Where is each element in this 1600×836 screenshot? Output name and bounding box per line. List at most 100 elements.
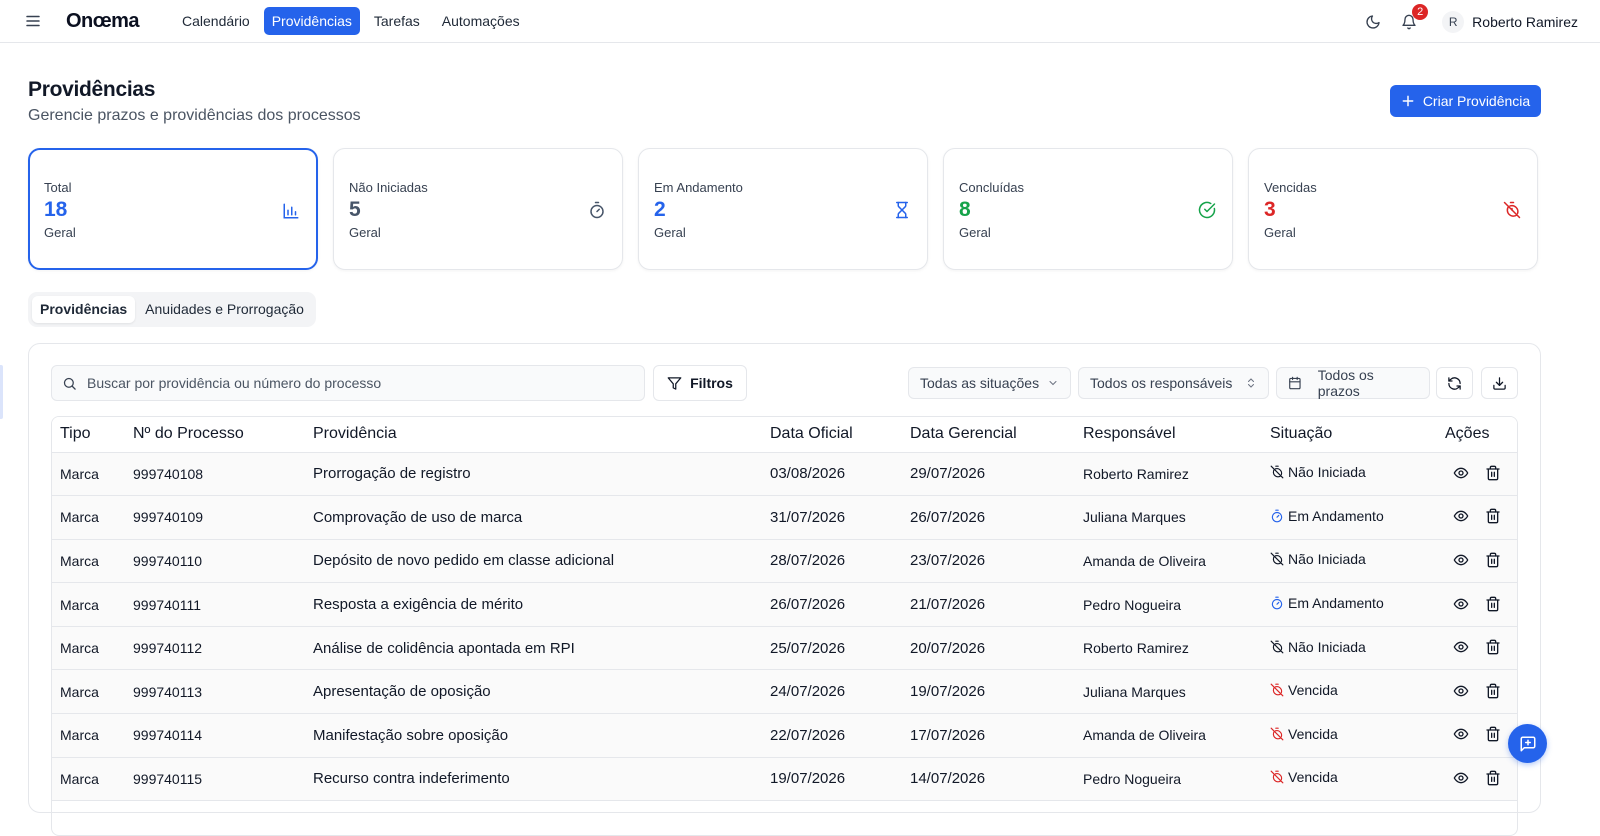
stat-card-concluidas[interactable]: Concluídas 8 Geral xyxy=(943,148,1233,270)
notifications-bell-icon[interactable]: 2 xyxy=(1398,3,1429,33)
table-row[interactable]: Marca 999740113 Apresentação de oposição 24… xyxy=(52,669,1517,715)
nav-link-calendario[interactable]: Calendário xyxy=(174,7,258,35)
dark-mode-moon-icon[interactable] xyxy=(1362,11,1384,33)
table-row[interactable]: Marca 999740114 Manifestação sobre oposiçã… xyxy=(52,713,1517,758)
create-providencia-button[interactable]: Criar Providência xyxy=(1390,85,1541,117)
filters-label: Filtros xyxy=(690,375,733,391)
table-row[interactable]: Marca 999740109 Comprovação de uso de marc… xyxy=(52,495,1517,540)
cell-data-gerencial: 20/07/2026 xyxy=(902,626,1075,671)
column-header-acoes: Ações xyxy=(1437,417,1517,453)
search-icon xyxy=(63,377,76,390)
message-plus-icon xyxy=(1520,736,1535,751)
column-header-processo[interactable]: Nº do Processo xyxy=(125,417,305,453)
hamburger-menu-icon[interactable] xyxy=(24,12,42,30)
stat-label: Concluídas xyxy=(959,180,1025,195)
delete-trash-icon[interactable] xyxy=(1485,508,1503,526)
deadline-select[interactable]: Todos os prazos xyxy=(1276,367,1430,399)
filter-icon xyxy=(667,376,682,390)
delete-trash-icon[interactable] xyxy=(1485,465,1503,483)
view-eye-icon[interactable] xyxy=(1453,465,1471,483)
table-row[interactable]: Marca 999740110 Depósito de novo pedido em… xyxy=(52,539,1517,584)
tab-anuidades-prorrogacao[interactable]: Anuidades e Prorrogação xyxy=(137,296,312,323)
filters-button[interactable]: Filtros xyxy=(653,365,747,401)
cell-situacao: Vencida xyxy=(1262,757,1437,802)
cell-acoes xyxy=(1437,495,1517,540)
view-eye-icon[interactable] xyxy=(1453,552,1471,570)
table-row[interactable]: Marca 999740115 Recurso contra indeferimen… xyxy=(52,757,1517,802)
hourglass-icon xyxy=(893,201,911,219)
cell-acoes xyxy=(1437,713,1517,758)
table-row[interactable]: Marca 999740112 Análise de colidência apon… xyxy=(52,626,1517,671)
timer-icon xyxy=(1270,509,1284,523)
cell-responsavel: Juliana Marques xyxy=(1075,495,1262,540)
top-right-controls: 2 R Roberto Ramirez xyxy=(1362,0,1578,43)
cell-data-gerencial: 26/07/2026 xyxy=(902,495,1075,540)
timer-off-icon xyxy=(1270,683,1284,697)
check-circle-icon xyxy=(1198,201,1216,219)
column-header-responsavel[interactable]: Responsável xyxy=(1075,417,1262,453)
delete-trash-icon[interactable] xyxy=(1485,639,1503,657)
stat-card-nao-iniciadas[interactable]: Não Iniciadas 5 Geral xyxy=(333,148,623,270)
cell-data-gerencial: 23/07/2026 xyxy=(902,539,1075,584)
cell-tipo: Marca xyxy=(52,757,125,802)
cell-tipo: Marca xyxy=(52,495,125,540)
chat-fab-button[interactable] xyxy=(1508,724,1547,763)
timer-icon xyxy=(1270,596,1284,610)
column-header-situacao[interactable]: Situação xyxy=(1262,417,1437,453)
view-eye-icon[interactable] xyxy=(1453,726,1471,744)
view-eye-icon[interactable] xyxy=(1453,683,1471,701)
stats-cards: Total 18 Geral Não Iniciadas 5 Geral Em … xyxy=(28,148,1538,270)
situation-select[interactable]: Todas as situações xyxy=(908,367,1071,399)
responsible-select-value: Todos os responsáveis xyxy=(1090,375,1233,391)
timer-off-icon xyxy=(1270,465,1284,479)
stat-card-em-andamento[interactable]: Em Andamento 2 Geral xyxy=(638,148,928,270)
stat-card-total[interactable]: Total 18 Geral xyxy=(28,148,318,270)
responsible-select[interactable]: Todos os responsáveis xyxy=(1078,367,1269,399)
stat-value: 3 xyxy=(1264,198,1276,221)
column-header-tipo[interactable]: Tipo xyxy=(52,417,125,453)
delete-trash-icon[interactable] xyxy=(1485,552,1503,570)
app-logo[interactable]: Onœma xyxy=(66,10,140,33)
search-input[interactable] xyxy=(87,375,627,391)
view-eye-icon[interactable] xyxy=(1453,508,1471,526)
refresh-icon xyxy=(1448,376,1461,390)
cell-responsavel: Roberto Ramirez xyxy=(1075,626,1262,671)
cell-tipo: Marca xyxy=(52,626,125,671)
user-menu[interactable]: R Roberto Ramirez xyxy=(1442,10,1578,33)
nav-link-providencias[interactable]: Providências xyxy=(263,7,360,35)
cell-responsavel: Juliana Marques xyxy=(1075,669,1262,715)
table-row[interactable]: Marca 999740108 Prorrogação de registro 03/… xyxy=(52,452,1517,497)
stat-sub: Geral xyxy=(959,225,991,240)
view-eye-icon[interactable] xyxy=(1453,596,1471,614)
status-label: Não Iniciada xyxy=(1288,638,1366,655)
tab-providencias[interactable]: Providências xyxy=(32,296,136,323)
delete-trash-icon[interactable] xyxy=(1485,683,1503,701)
view-eye-icon[interactable] xyxy=(1453,639,1471,657)
cell-situacao: Não Iniciada xyxy=(1262,539,1437,584)
stat-label: Vencidas xyxy=(1264,180,1317,195)
cell-providencia: Recurso contra indeferimento xyxy=(305,757,762,802)
cell-providencia: Comprovação de uso de marca xyxy=(305,495,762,540)
refresh-button[interactable] xyxy=(1436,367,1473,399)
delete-trash-icon[interactable] xyxy=(1485,726,1503,744)
column-header-providencia[interactable]: Providência xyxy=(305,417,762,453)
column-header-data-gerencial[interactable]: Data Gerencial xyxy=(902,417,1075,453)
stat-card-vencidas[interactable]: Vencidas 3 Geral xyxy=(1248,148,1538,270)
timer-off-icon xyxy=(1503,201,1521,219)
nav-link-tarefas[interactable]: Tarefas xyxy=(366,7,428,35)
cell-data-oficial: 24/07/2026 xyxy=(762,669,902,715)
table-row[interactable]: Marca 999740111 Resposta a exigência de mé… xyxy=(52,582,1517,627)
stat-value: 8 xyxy=(959,198,971,221)
status-label: Não Iniciada xyxy=(1288,551,1366,568)
column-header-data-oficial[interactable]: Data Oficial xyxy=(762,417,902,453)
download-button[interactable] xyxy=(1481,367,1518,399)
cell-responsavel: Pedro Nogueira xyxy=(1075,582,1262,627)
nav-link-automacoes[interactable]: Automações xyxy=(434,7,528,35)
delete-trash-icon[interactable] xyxy=(1485,770,1503,788)
delete-trash-icon[interactable] xyxy=(1485,596,1503,614)
cell-processo: 999740112 xyxy=(125,626,305,671)
status-label: Vencida xyxy=(1288,769,1338,786)
view-eye-icon[interactable] xyxy=(1453,770,1471,788)
cell-tipo: Marca xyxy=(52,452,125,497)
cell-acoes xyxy=(1437,452,1517,497)
